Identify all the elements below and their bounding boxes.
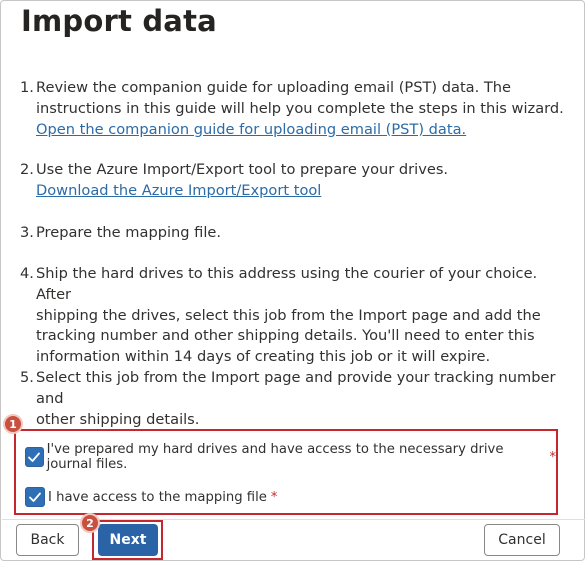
step-1: 1. Review the companion guide for upload… <box>20 78 575 140</box>
step-text-line: shipping the drives, select this job fro… <box>36 306 541 324</box>
step-text-line: other shipping details. <box>36 410 200 428</box>
cancel-button[interactable]: Cancel <box>484 524 560 556</box>
confirmation-highlight: I've prepared my hard drives and have ac… <box>14 429 558 515</box>
step-3: 3. Prepare the mapping file. <box>20 223 575 244</box>
checkmark-icon <box>28 452 41 462</box>
step-text-line: Prepare the mapping file. <box>36 224 222 241</box>
confirm-drives-row[interactable]: I've prepared my hard drives and have ac… <box>25 442 556 472</box>
import-data-dialog: Import data 1. Review the companion guid… <box>0 0 585 561</box>
step-text-line: instructions in this guide will help you… <box>36 99 564 117</box>
required-asterisk: * <box>270 489 278 505</box>
mapping-file-checkbox[interactable] <box>25 487 45 507</box>
step-number: 3. <box>20 224 34 241</box>
step-4: 4. Ship the hard drives to this address … <box>20 264 575 368</box>
next-button[interactable]: Next <box>98 524 158 556</box>
back-button[interactable]: Back <box>16 524 79 556</box>
step-text-line: information within 14 days of creating t… <box>36 348 491 366</box>
step-badge-2: 2 <box>80 513 100 533</box>
confirm-mapping-row[interactable]: I have access to the mapping file * <box>25 487 277 507</box>
companion-guide-link[interactable]: Open the companion guide for uploading e… <box>36 120 466 141</box>
step-2: 2. Use the Azure Import/Export tool to p… <box>20 160 575 202</box>
required-asterisk: * <box>549 449 557 465</box>
step-text-line: Use the Azure Import/Export tool to prep… <box>36 161 449 178</box>
step-5: 5. Select this job from the Import page … <box>20 368 575 430</box>
step-number: 4. <box>20 265 34 282</box>
checkmark-icon <box>29 492 41 502</box>
download-import-export-tool-link[interactable]: Download the Azure Import/Export tool <box>36 181 321 202</box>
page-title: Import data <box>21 4 217 38</box>
step-text-line: tracking number and other shipping detai… <box>36 327 535 345</box>
step-badge-1: 1 <box>3 414 23 434</box>
step-number: 2. <box>20 161 34 178</box>
step-number: 1. <box>20 79 34 96</box>
drives-prepared-checkbox[interactable] <box>25 447 44 467</box>
step-text-line: Review the companion guide for uploading… <box>36 79 512 96</box>
step-text-line: Ship the hard drives to this address usi… <box>36 265 538 303</box>
step-text-line: Select this job from the Import page and… <box>36 369 556 407</box>
mapping-file-label: I have access to the mapping file <box>48 489 267 505</box>
drives-prepared-label: I've prepared my hard drives and have ac… <box>46 442 504 472</box>
step-number: 5. <box>20 369 34 386</box>
